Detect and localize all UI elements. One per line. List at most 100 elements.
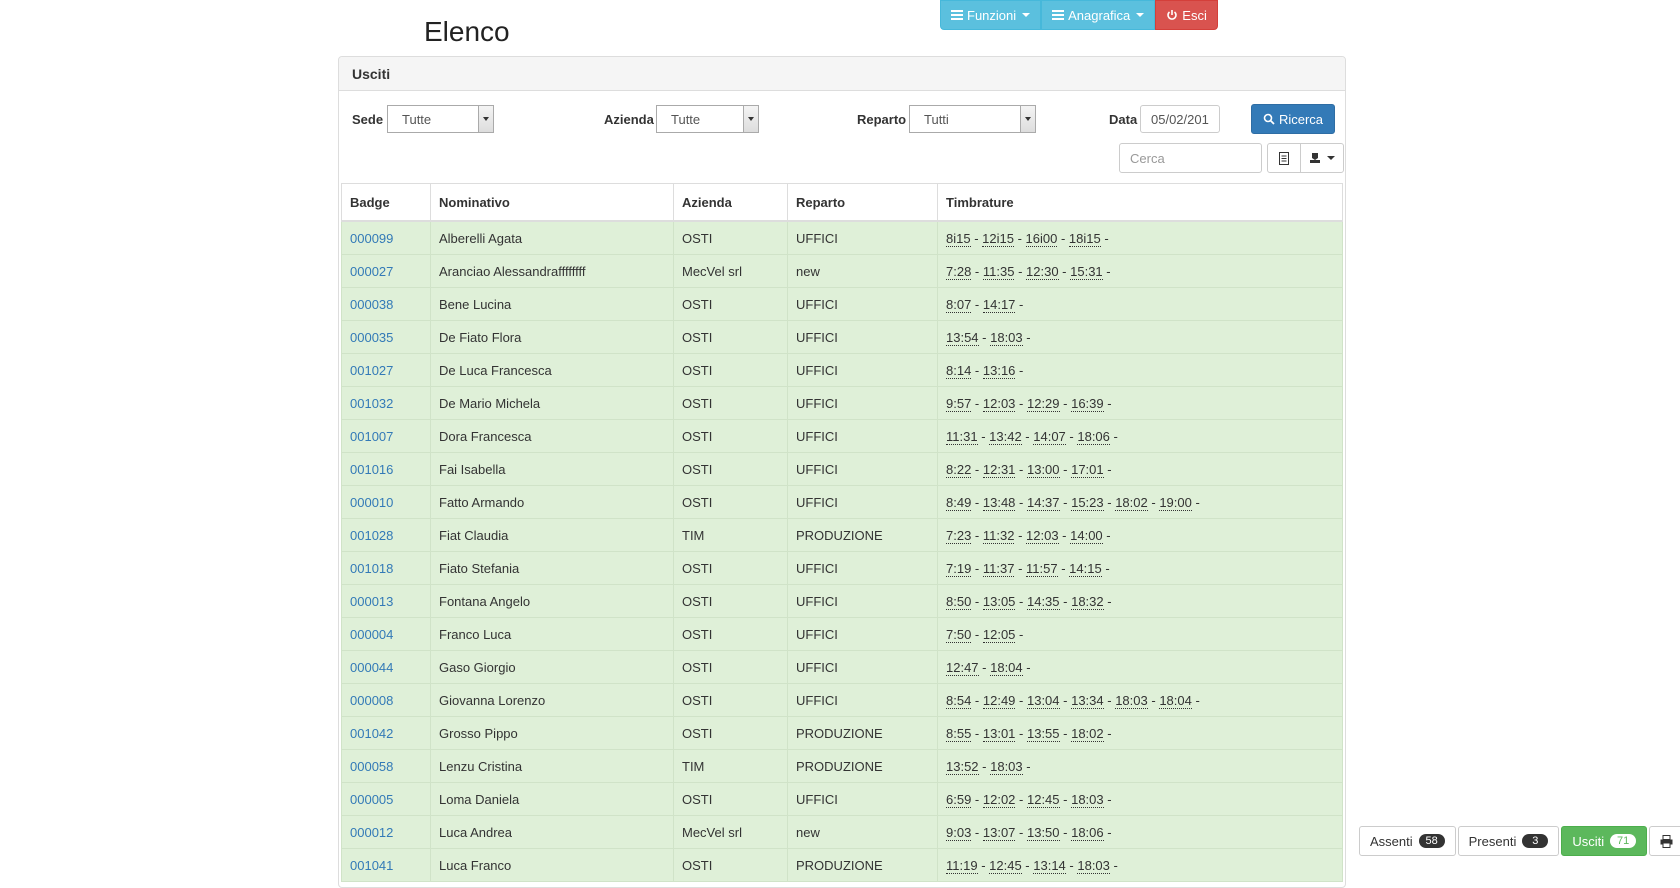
timbratura-time[interactable]: 13:54 bbox=[946, 329, 979, 346]
reparto-select[interactable]: Tutti bbox=[909, 105, 1036, 133]
timbratura-time[interactable]: 8:55 bbox=[946, 725, 972, 742]
timbratura-time[interactable]: 11:32 bbox=[982, 527, 1015, 544]
timbratura-time[interactable]: 13:14 bbox=[1033, 857, 1066, 874]
sede-select[interactable]: Tutte bbox=[387, 105, 494, 133]
badge-link[interactable]: 000013 bbox=[350, 594, 393, 609]
badge-link[interactable]: 000044 bbox=[350, 660, 393, 675]
badge-link[interactable]: 000038 bbox=[350, 297, 393, 312]
timbratura-time[interactable]: 7:50 bbox=[946, 626, 972, 643]
timbratura-time[interactable]: 12:45 bbox=[989, 857, 1022, 874]
timbratura-time[interactable]: 12:47 bbox=[946, 659, 979, 676]
badge-link[interactable]: 000010 bbox=[350, 495, 393, 510]
timbratura-time[interactable]: 12:03 bbox=[982, 395, 1016, 412]
timbratura-time[interactable]: 12:29 bbox=[1026, 395, 1060, 412]
timbratura-time[interactable]: 12:05 bbox=[982, 626, 1016, 643]
badge-link[interactable]: 001042 bbox=[350, 726, 393, 741]
badge-link[interactable]: 001016 bbox=[350, 462, 393, 477]
azienda-select[interactable]: Tutte bbox=[656, 105, 759, 133]
timbratura-time[interactable]: 8:22 bbox=[946, 461, 972, 478]
badge-link[interactable]: 000058 bbox=[350, 759, 393, 774]
timbratura-time[interactable]: 9:57 bbox=[946, 395, 972, 412]
timbratura-time[interactable]: 11:37 bbox=[982, 560, 1015, 577]
column-header-reparto[interactable]: Reparto bbox=[787, 183, 938, 222]
esci-button[interactable]: Esci bbox=[1155, 0, 1218, 30]
timbratura-time[interactable]: 14:17 bbox=[982, 296, 1016, 313]
badge-link[interactable]: 000004 bbox=[350, 627, 393, 642]
timbratura-time[interactable]: 18:02 bbox=[1071, 725, 1104, 742]
column-header-nominativo[interactable]: Nominativo bbox=[430, 183, 674, 222]
timbratura-time[interactable]: 8:49 bbox=[946, 494, 972, 511]
timbratura-time[interactable]: 13:48 bbox=[982, 494, 1016, 511]
timbratura-time[interactable]: 11:57 bbox=[1026, 560, 1058, 577]
timbratura-time[interactable]: 18:32 bbox=[1071, 593, 1104, 610]
badge-link[interactable]: 001028 bbox=[350, 528, 393, 543]
badge-link[interactable]: 000099 bbox=[350, 231, 393, 246]
columns-toggle-button[interactable] bbox=[1267, 143, 1301, 173]
presenti-button[interactable]: Presenti 3 bbox=[1457, 826, 1560, 856]
timbratura-time[interactable]: 13:52 bbox=[946, 758, 979, 775]
timbratura-time[interactable]: 13:50 bbox=[1026, 824, 1060, 841]
timbratura-time[interactable]: 13:42 bbox=[989, 428, 1022, 445]
timbratura-time[interactable]: 18:04 bbox=[1159, 692, 1192, 709]
timbratura-time[interactable]: 19:00 bbox=[1159, 494, 1192, 511]
timbratura-time[interactable]: 6:59 bbox=[946, 791, 972, 808]
column-header-timbrature[interactable]: Timbrature bbox=[937, 183, 1343, 222]
timbratura-time[interactable]: 18i15 bbox=[1068, 230, 1101, 247]
timbratura-time[interactable]: 7:28 bbox=[946, 263, 972, 280]
timbratura-time[interactable]: 11:35 bbox=[982, 263, 1015, 280]
usciti-button[interactable]: Usciti 71 bbox=[1561, 826, 1648, 856]
timbratura-time[interactable]: 8:14 bbox=[946, 362, 972, 379]
timbratura-time[interactable]: 8:54 bbox=[946, 692, 972, 709]
timbratura-time[interactable]: 12:31 bbox=[982, 461, 1016, 478]
timbratura-time[interactable]: 16i00 bbox=[1025, 230, 1058, 247]
timbratura-time[interactable]: 15:31 bbox=[1070, 263, 1103, 280]
timbratura-time[interactable]: 18:03 bbox=[1077, 857, 1110, 874]
timbratura-time[interactable]: 14:37 bbox=[1026, 494, 1060, 511]
badge-link[interactable]: 000012 bbox=[350, 825, 393, 840]
timbratura-time[interactable]: 8i15 bbox=[946, 230, 971, 247]
timbratura-time[interactable]: 7:23 bbox=[946, 527, 972, 544]
timbratura-time[interactable]: 12:49 bbox=[982, 692, 1016, 709]
timbratura-time[interactable]: 14:07 bbox=[1033, 428, 1066, 445]
timbratura-time[interactable]: 14:00 bbox=[1070, 527, 1103, 544]
badge-link[interactable]: 001018 bbox=[350, 561, 393, 576]
timbratura-time[interactable]: 13:00 bbox=[1026, 461, 1060, 478]
timbratura-time[interactable]: 16:39 bbox=[1071, 395, 1104, 412]
timbratura-time[interactable]: 18:03 bbox=[1071, 791, 1104, 808]
funzioni-menu-button[interactable]: Funzioni bbox=[940, 0, 1042, 30]
timbratura-time[interactable]: 14:15 bbox=[1069, 560, 1102, 577]
timbratura-time[interactable]: 9:03 bbox=[946, 824, 972, 841]
timbratura-time[interactable]: 18:06 bbox=[1071, 824, 1104, 841]
timbratura-time[interactable]: 13:16 bbox=[982, 362, 1016, 379]
timbratura-time[interactable]: 18:02 bbox=[1115, 494, 1148, 511]
print-button[interactable] bbox=[1649, 826, 1680, 856]
date-input[interactable]: 05/02/201 bbox=[1140, 105, 1220, 133]
search-input[interactable]: Cerca bbox=[1119, 143, 1262, 173]
column-header-badge[interactable]: Badge bbox=[341, 183, 431, 222]
timbratura-time[interactable]: 13:55 bbox=[1026, 725, 1060, 742]
column-header-azienda[interactable]: Azienda bbox=[673, 183, 788, 222]
timbratura-time[interactable]: 12:45 bbox=[1026, 791, 1060, 808]
timbratura-time[interactable]: 13:07 bbox=[982, 824, 1016, 841]
timbratura-time[interactable]: 18:06 bbox=[1077, 428, 1110, 445]
timbratura-time[interactable]: 13:01 bbox=[982, 725, 1016, 742]
anagrafica-menu-button[interactable]: Anagrafica bbox=[1041, 0, 1156, 30]
badge-link[interactable]: 000027 bbox=[350, 264, 393, 279]
timbratura-time[interactable]: 18:03 bbox=[1115, 692, 1148, 709]
badge-link[interactable]: 001027 bbox=[350, 363, 393, 378]
timbratura-time[interactable]: 8:07 bbox=[946, 296, 972, 313]
timbratura-time[interactable]: 12i15 bbox=[982, 230, 1014, 247]
timbratura-time[interactable]: 12:30 bbox=[1026, 263, 1059, 280]
timbratura-time[interactable]: 12:02 bbox=[982, 791, 1016, 808]
export-menu-button[interactable] bbox=[1300, 143, 1344, 173]
timbratura-time[interactable]: 18:04 bbox=[990, 659, 1023, 676]
badge-link[interactable]: 000005 bbox=[350, 792, 393, 807]
timbratura-time[interactable]: 13:04 bbox=[1026, 692, 1060, 709]
badge-link[interactable]: 001041 bbox=[350, 858, 393, 873]
timbratura-time[interactable]: 11:19 bbox=[946, 857, 978, 874]
timbratura-time[interactable]: 18:03 bbox=[990, 329, 1023, 346]
timbratura-time[interactable]: 13:05 bbox=[982, 593, 1016, 610]
badge-link[interactable]: 000008 bbox=[350, 693, 393, 708]
assenti-button[interactable]: Assenti 58 bbox=[1359, 826, 1456, 856]
timbratura-time[interactable]: 12:03 bbox=[1026, 527, 1059, 544]
